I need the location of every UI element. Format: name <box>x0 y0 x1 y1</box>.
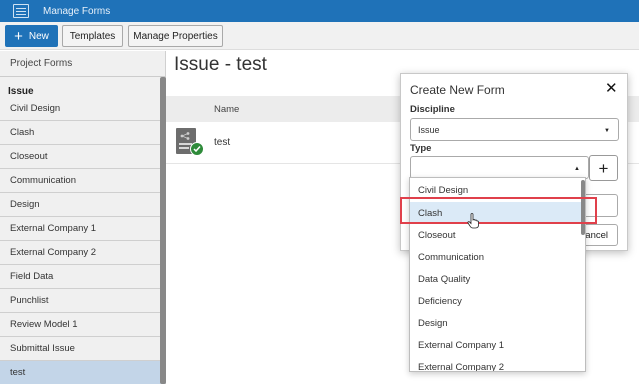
sidebar-item-civil-design[interactable]: Civil Design <box>0 97 165 121</box>
page-title: Issue - test <box>174 54 267 75</box>
type-label: Type <box>410 143 432 154</box>
manage-properties-button[interactable]: Manage Properties <box>128 25 223 47</box>
discipline-label: Discipline <box>410 104 455 115</box>
templates-button[interactable]: Templates <box>62 25 123 47</box>
form-list-icon <box>13 4 29 18</box>
discipline-select[interactable]: Issue ▼ <box>410 118 619 141</box>
dropdown-option-deficiency[interactable]: Deficiency <box>410 290 581 312</box>
sidebar: Project Forms Issue Civil Design Clash C… <box>0 51 166 384</box>
add-type-button[interactable]: + <box>589 155 618 181</box>
sidebar-item-communication[interactable]: Communication <box>0 169 165 193</box>
hand-cursor-icon <box>467 213 479 229</box>
window-title: Manage Forms <box>43 5 111 17</box>
caret-up-icon: ▲ <box>574 166 580 172</box>
new-button-label: New <box>28 30 49 42</box>
sidebar-item-clash[interactable]: Clash <box>0 121 165 145</box>
sidebar-header: Project Forms <box>0 51 165 77</box>
discipline-value: Issue <box>418 124 440 135</box>
highlight-annotation <box>400 197 597 224</box>
dialog-title: Create New Form <box>410 83 505 97</box>
dropdown-option-communication[interactable]: Communication <box>410 246 581 268</box>
sidebar-item-submittal-issue[interactable]: Submittal Issue <box>0 337 165 361</box>
row-name[interactable]: test <box>214 137 230 148</box>
dropdown-option-data-quality[interactable]: Data Quality <box>410 268 581 290</box>
dropdown-option-closeout[interactable]: Closeout <box>410 224 581 246</box>
sidebar-item-test[interactable]: test <box>0 361 165 384</box>
sidebar-group-issue[interactable]: Issue <box>0 77 165 97</box>
new-button[interactable]: + New <box>5 25 58 47</box>
column-header-name[interactable]: Name <box>214 104 239 115</box>
sidebar-item-closeout[interactable]: Closeout <box>0 145 165 169</box>
cancel-button-label: ancel <box>585 230 608 241</box>
sidebar-item-field-data[interactable]: Field Data <box>0 265 165 289</box>
check-icon <box>190 142 204 156</box>
close-icon[interactable]: ✕ <box>605 81 618 96</box>
share-icon <box>180 132 190 140</box>
caret-down-icon: ▼ <box>604 128 610 134</box>
toolbar: + New Templates Manage Properties <box>0 22 639 50</box>
plus-icon: + <box>14 27 23 45</box>
sidebar-item-external-company-1[interactable]: External Company 1 <box>0 217 165 241</box>
sidebar-item-punchlist[interactable]: Punchlist <box>0 289 165 313</box>
plus-icon: + <box>598 158 609 178</box>
dropdown-option-design[interactable]: Design <box>410 312 581 334</box>
sidebar-item-review-model-1[interactable]: Review Model 1 <box>0 313 165 337</box>
type-select[interactable]: ▲ <box>410 156 589 179</box>
dropdown-option-external-company-1[interactable]: External Company 1 <box>410 334 581 356</box>
sidebar-item-design[interactable]: Design <box>0 193 165 217</box>
title-bar: Manage Forms <box>0 0 639 22</box>
dropdown-option-external-company-2[interactable]: External Company 2 <box>410 356 581 372</box>
sidebar-item-external-company-2[interactable]: External Company 2 <box>0 241 165 265</box>
